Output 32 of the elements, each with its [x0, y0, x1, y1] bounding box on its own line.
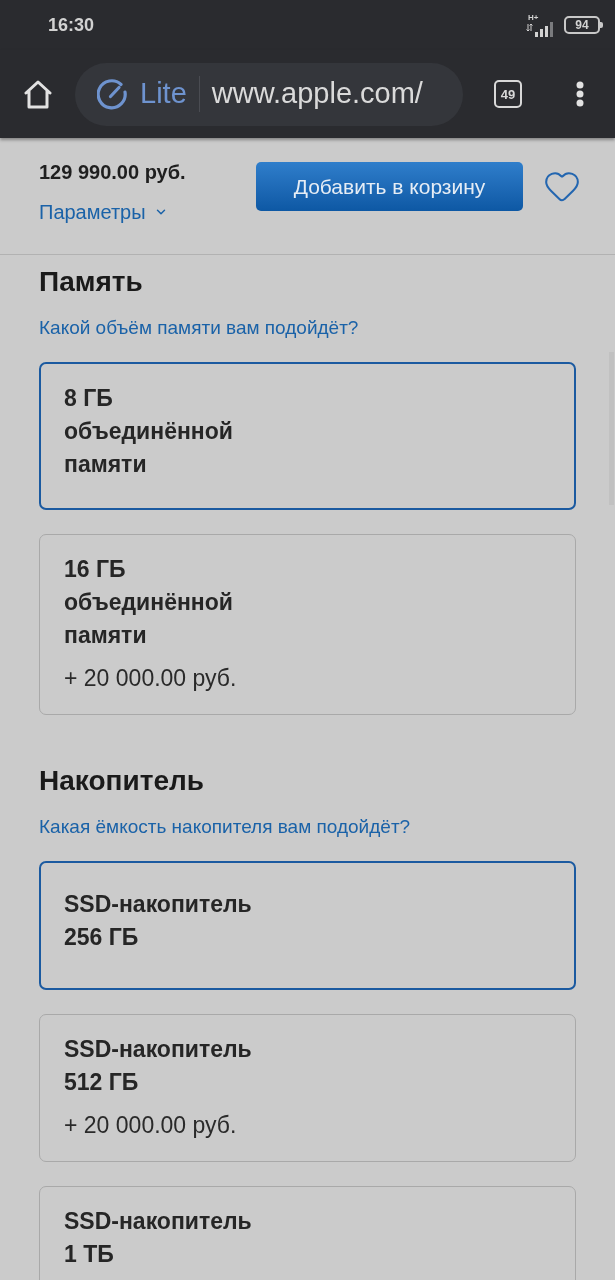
option-title: 16 ГБ объединённой памяти [64, 555, 234, 650]
option-title: 8 ГБ объединённой памяти [64, 384, 234, 479]
speedometer-icon [97, 78, 128, 110]
more-vertical-icon [576, 81, 584, 107]
address-bar[interactable]: Lite www.apple.com/ [75, 62, 463, 126]
home-button[interactable] [22, 78, 54, 110]
status-time: 16:30 [48, 13, 95, 37]
section-heading: Память [39, 265, 144, 299]
product-price: 129 990.00 руб. [39, 160, 186, 185]
lite-mode-label: Lite [140, 76, 187, 112]
option-price: + 20 000.00 руб. [64, 1111, 238, 1140]
help-link[interactable]: Какая ёмкость накопителя вам подойдёт? [39, 815, 411, 839]
menu-button[interactable] [575, 80, 585, 108]
option-price: + 20 000.00 руб. [64, 664, 238, 693]
url-text: www.apple.com/ [211, 76, 423, 112]
tab-count-button[interactable]: 49 [494, 80, 522, 108]
battery-indicator: 94 [564, 16, 603, 34]
section-heading: Накопитель [39, 764, 205, 798]
add-to-cart-button[interactable]: Добавить в корзину [256, 162, 523, 211]
option-card[interactable]: SSD-накопитель 256 ГБ [39, 861, 576, 990]
option-card[interactable]: 16 ГБ объединённой памяти + 20 000.00 руб. [39, 534, 576, 715]
option-card[interactable]: 8 ГБ объединённой памяти [39, 362, 576, 510]
signal-icon [526, 21, 556, 37]
network-type: H+ [527, 13, 539, 22]
option-card[interactable]: SSD-накопитель 512 ГБ + 20 000.00 руб. [39, 1014, 576, 1162]
option-title: SSD-накопитель 256 ГБ [64, 890, 253, 952]
option-title: SSD-накопитель 512 ГБ [64, 1035, 253, 1097]
help-link[interactable]: Какой объём памяти вам подойдёт? [39, 316, 359, 340]
option-title: SSD-накопитель 1 ТБ [64, 1207, 253, 1269]
parameters-link[interactable]: Параметры [39, 199, 168, 225]
option-card[interactable]: SSD-накопитель 1 ТБ [39, 1186, 576, 1280]
home-icon [23, 79, 53, 109]
